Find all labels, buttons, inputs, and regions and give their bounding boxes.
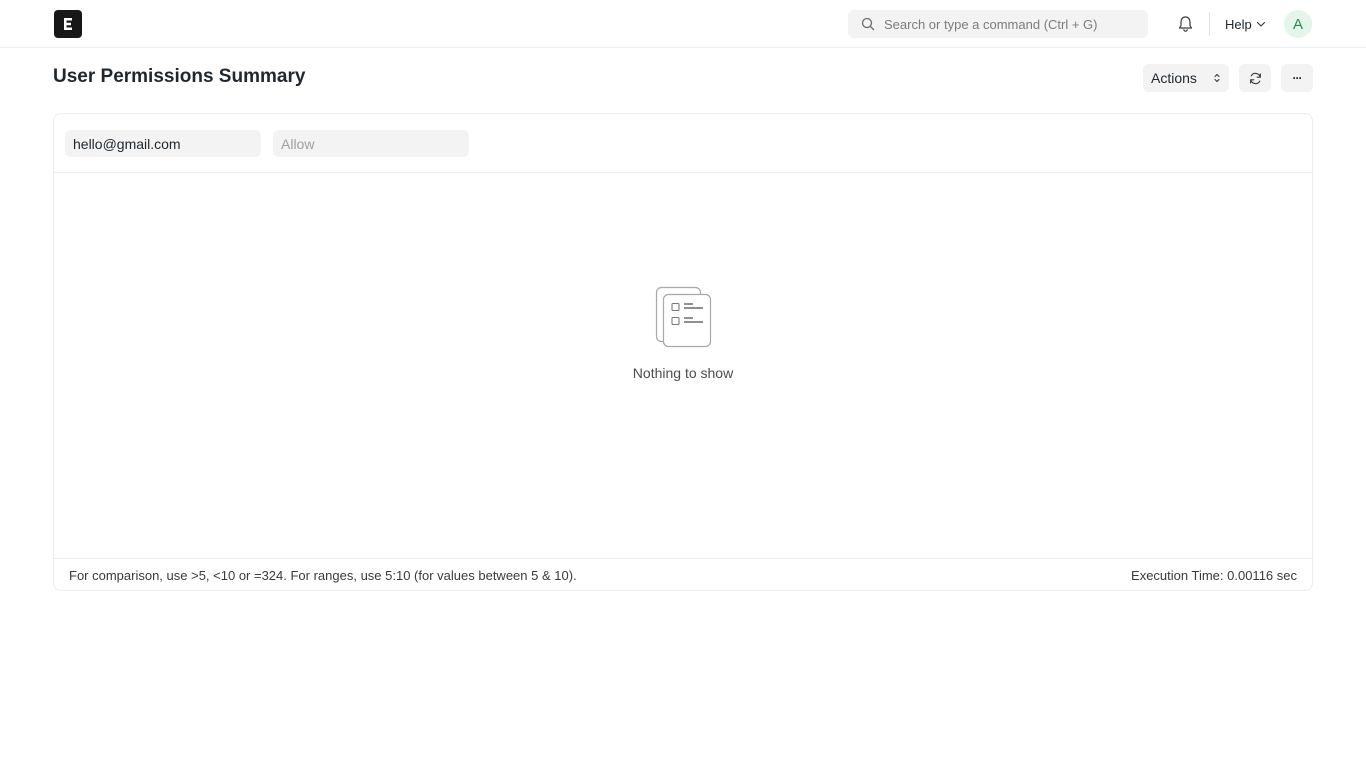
refresh-icon (1249, 72, 1261, 84)
allow-filter-input[interactable] (273, 130, 469, 157)
help-label: Help (1225, 16, 1252, 32)
search-input[interactable] (884, 10, 1142, 38)
actions-label: Actions (1151, 70, 1197, 86)
filter-bar (54, 114, 1312, 173)
page-title: User Permissions Summary (53, 66, 306, 87)
filter-hint: For comparison, use >5, <10 or =324. For… (69, 568, 577, 583)
report-card: Nothing to show For comparison, use >5, … (53, 113, 1313, 591)
execution-time: Execution Time: 0.00116 sec (1131, 568, 1297, 583)
search-bar[interactable] (848, 10, 1148, 38)
navbar-divider (1209, 12, 1210, 36)
search-icon (861, 17, 875, 31)
bell-icon[interactable] (1177, 15, 1194, 33)
report-footer: For comparison, use >5, <10 or =324. For… (54, 558, 1312, 590)
more-button[interactable]: ··· (1281, 64, 1313, 92)
navbar: Help A (0, 0, 1366, 48)
chevron-down-icon (1256, 21, 1265, 27)
user-filter-input[interactable] (65, 130, 261, 157)
empty-list-icon (655, 286, 712, 348)
empty-state: Nothing to show (54, 174, 1312, 558)
empty-message: Nothing to show (632, 365, 734, 381)
more-icon: ··· (1292, 71, 1303, 85)
user-avatar[interactable]: A (1284, 10, 1312, 38)
app-logo[interactable] (54, 10, 82, 38)
avatar-initial: A (1292, 15, 1303, 33)
actions-button[interactable]: Actions (1143, 64, 1229, 92)
chevron-up-down-icon (1214, 73, 1220, 83)
help-dropdown[interactable]: Help (1225, 16, 1266, 32)
app-logo-icon (64, 18, 72, 30)
refresh-button[interactable] (1239, 64, 1271, 92)
